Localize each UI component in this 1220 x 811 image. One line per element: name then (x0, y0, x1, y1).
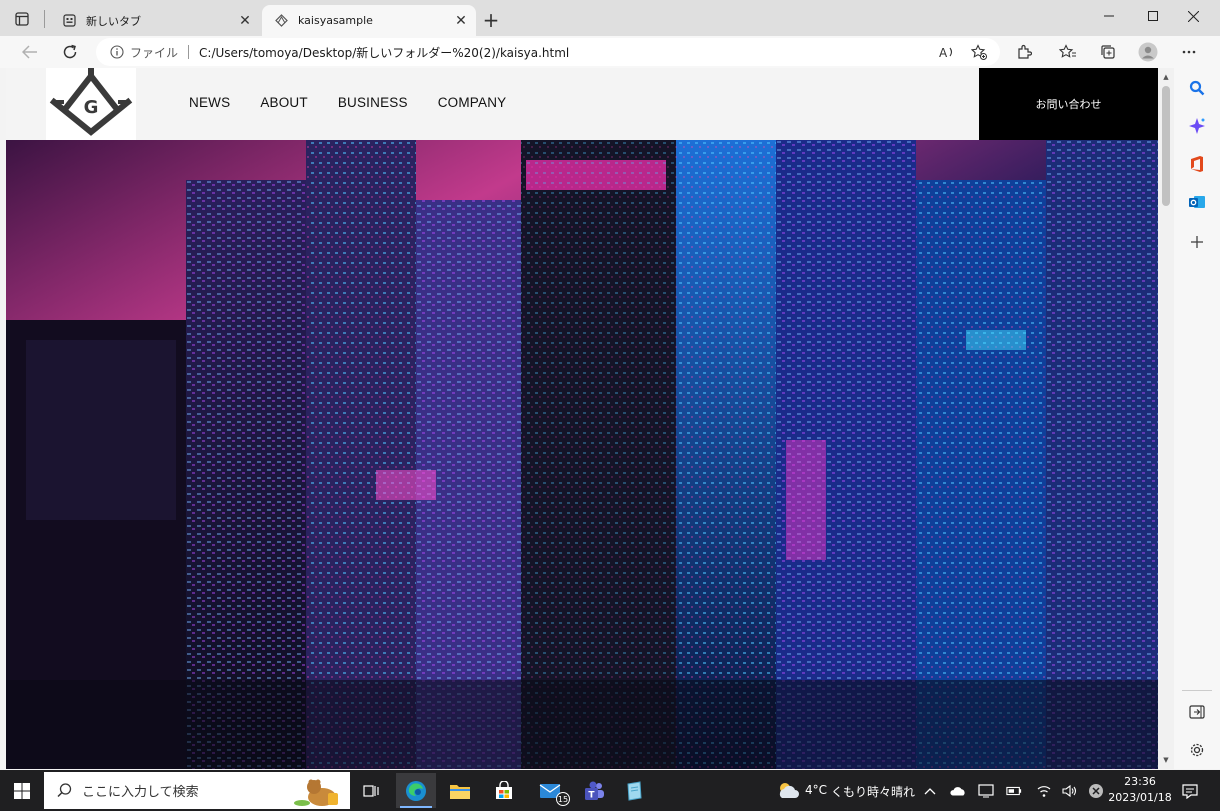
notifications-icon[interactable] (1182, 783, 1198, 799)
tab-new-tab[interactable]: 新しいタブ ✕ (50, 5, 260, 36)
scroll-thumb[interactable] (1162, 86, 1170, 206)
title-bar: 新しいタブ ✕ kaisyasample ✕ + (0, 0, 1220, 36)
address-toolbar: ファイル C:/Users/tomoya/Desktop/新しいフォルダー%20… (0, 36, 1220, 68)
chevron-up-icon[interactable] (922, 783, 938, 799)
network-display-icon[interactable] (978, 783, 994, 799)
logo-letter: G (84, 97, 99, 118)
sidebar-divider (1182, 690, 1212, 691)
tab-label: 新しいタブ (86, 14, 141, 28)
volume-icon[interactable] (1062, 783, 1078, 799)
contact-button[interactable]: お問い合わせ (979, 68, 1158, 140)
scheme-label: ファイル (130, 45, 179, 60)
extensions-icon[interactable] (1010, 38, 1038, 66)
search-placeholder: ここに入力して検索 (82, 785, 199, 800)
tab-label: kaisyasample (298, 14, 373, 27)
edge-sidebar (1174, 68, 1220, 769)
weather-icon[interactable] (776, 780, 800, 800)
scroll-up-icon[interactable]: ▲ (1158, 70, 1174, 84)
address-bar[interactable]: ファイル C:/Users/tomoya/Desktop/新しいフォルダー%20… (96, 38, 1000, 66)
new-tab-button[interactable]: + (478, 8, 504, 32)
new-tab-page-icon (62, 14, 76, 28)
refresh-icon[interactable] (56, 38, 84, 66)
page-viewport: G NEWS ABOUT BUSINESS COMPANY お問い合わせ (6, 68, 1158, 769)
tab-kaisyasample[interactable]: kaisyasample ✕ (262, 5, 476, 36)
taskbar: ここに入力して検索 15 T 4°C くもり時々晴れ 23:36 2023/01… (0, 770, 1220, 811)
taskbar-search[interactable]: ここに入力して検索 (44, 772, 350, 809)
close-icon[interactable] (1170, 0, 1216, 32)
add-favorite-icon[interactable] (970, 43, 988, 61)
url-text[interactable]: C:/Users/tomoya/Desktop/新しいフォルダー%20(2)/k… (199, 44, 1000, 61)
more-options-icon[interactable] (1175, 38, 1203, 66)
outlook-icon[interactable] (1183, 188, 1211, 216)
office-icon[interactable] (1183, 150, 1211, 178)
minimize-icon[interactable] (1086, 0, 1132, 32)
mail-badge: 15 (556, 792, 570, 806)
mute-notification-icon[interactable] (1088, 783, 1104, 799)
windows-start-icon[interactable] (0, 770, 44, 811)
onedrive-icon[interactable] (950, 783, 966, 799)
read-aloud-icon[interactable]: A (938, 43, 956, 61)
search-icon[interactable] (1183, 74, 1211, 102)
add-icon[interactable] (1183, 228, 1211, 256)
site-logo[interactable]: G (46, 68, 136, 140)
microsoft-store-icon[interactable] (484, 773, 524, 808)
info-icon[interactable] (110, 45, 124, 59)
nav-news[interactable]: NEWS (189, 95, 230, 110)
hide-sidebar-icon[interactable] (1183, 698, 1211, 726)
weather-temp[interactable]: 4°C (805, 783, 827, 797)
search-icon (56, 783, 72, 799)
browser-window: 新しいタブ ✕ kaisyasample ✕ + ファイル C:/Users/t… (0, 0, 1220, 811)
clock-time: 23:36 (1124, 775, 1156, 788)
scroll-down-icon[interactable]: ▼ (1158, 753, 1174, 767)
tab-actions-icon[interactable] (10, 8, 34, 30)
close-tab-icon[interactable]: ✕ (450, 10, 472, 32)
settings-icon[interactable] (1183, 736, 1211, 764)
favorites-icon[interactable] (1054, 38, 1082, 66)
notepad-icon[interactable] (614, 773, 654, 808)
mail-icon[interactable]: 15 (530, 773, 570, 808)
nav-company[interactable]: COMPANY (438, 95, 507, 110)
collections-icon[interactable] (1094, 38, 1122, 66)
nav-business[interactable]: BUSINESS (338, 95, 408, 110)
file-explorer-icon[interactable] (440, 773, 480, 808)
site-header: G NEWS ABOUT BUSINESS COMPANY お問い合わせ (6, 68, 1158, 140)
search-highlight-icon (292, 775, 344, 811)
battery-icon[interactable] (1006, 783, 1022, 799)
svg-text:A: A (939, 46, 948, 59)
task-view-icon[interactable] (351, 773, 391, 808)
taskbar-clock[interactable]: 23:36 2023/01/18 (1108, 774, 1172, 806)
page-scrollbar[interactable]: ▲ ▼ (1158, 68, 1174, 769)
nav-about[interactable]: ABOUT (260, 95, 308, 110)
logo-favicon-icon (274, 14, 288, 28)
back-icon[interactable] (16, 38, 44, 66)
omnibox-separator (188, 45, 190, 59)
hero-image (6, 140, 1158, 769)
teams-icon[interactable]: T (574, 773, 614, 808)
clock-date: 2023/01/18 (1108, 791, 1172, 804)
wifi-icon[interactable] (1036, 783, 1052, 799)
profile-avatar[interactable] (1134, 38, 1162, 66)
weather-text[interactable]: くもり時々晴れ (831, 783, 915, 800)
copilot-icon[interactable] (1183, 112, 1211, 140)
svg-text:T: T (588, 790, 595, 800)
edge-taskbar-icon[interactable] (396, 773, 436, 808)
tab-separator (44, 10, 45, 28)
close-tab-icon[interactable]: ✕ (234, 10, 256, 32)
main-nav: NEWS ABOUT BUSINESS COMPANY (189, 95, 536, 110)
